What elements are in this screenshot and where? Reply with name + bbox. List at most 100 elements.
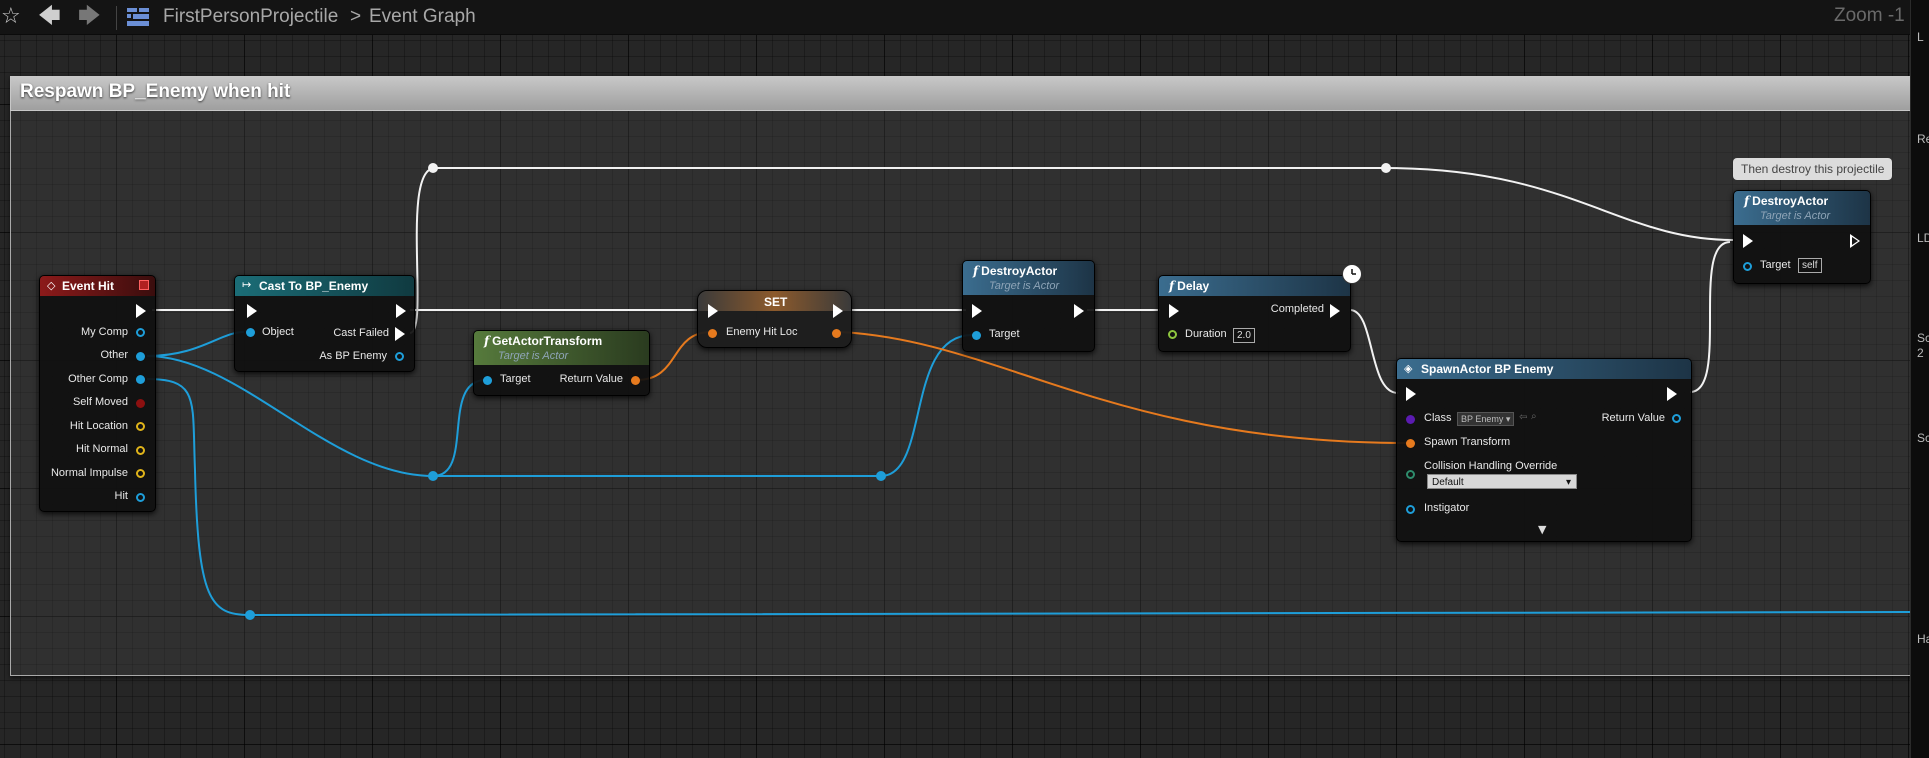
duration-pin[interactable]: [1168, 330, 1177, 339]
node-title: f Delay: [1169, 279, 1210, 293]
enemy-hit-loc-in-pin[interactable]: [708, 329, 717, 338]
other-pin[interactable]: [136, 352, 145, 361]
pin-label-other-comp: Other Comp: [68, 373, 128, 385]
return-value-pin[interactable]: [631, 376, 640, 385]
object-wire: [146, 331, 245, 357]
sidebar-text: Ha: [1917, 632, 1929, 646]
exec-in-pin[interactable]: [247, 304, 257, 318]
get-actor-transform-node[interactable]: f GetActorTransform Target is Actor Targe…: [473, 330, 650, 396]
set-variable-node[interactable]: SET Enemy Hit Loc: [697, 290, 852, 348]
pin-label-instigator: Instigator: [1424, 502, 1470, 514]
exec-in-pin[interactable]: [1743, 234, 1753, 248]
chevron-down-icon: ▾: [1565, 477, 1571, 488]
duration-input[interactable]: 2.0: [1233, 328, 1255, 343]
clock-icon: [1342, 264, 1362, 284]
destroy-actor-node[interactable]: f DestroyActor Target is Actor Target: [962, 260, 1095, 352]
sidebar-text: 2: [1917, 346, 1924, 360]
pin-label-class: Class: [1424, 412, 1452, 424]
target-pin[interactable]: [1743, 262, 1752, 271]
class-selector-value: BP Enemy: [1461, 414, 1504, 424]
other-comp-pin[interactable]: [136, 375, 145, 384]
pin-label-target: Target: [500, 373, 531, 385]
node-title: f GetActorTransform: [484, 334, 603, 348]
search-icon[interactable]: ⌕: [1531, 411, 1537, 422]
return-value-pin[interactable]: [1672, 414, 1681, 423]
target-pin[interactable]: [972, 331, 981, 340]
node-title: SET: [764, 295, 788, 309]
exec-wire: [1349, 309, 1399, 394]
sidebar-text: Sc: [1917, 331, 1929, 345]
as-bp-enemy-pin[interactable]: [395, 352, 404, 361]
exec-in-pin[interactable]: [708, 304, 718, 318]
exec-in-pin[interactable]: [1406, 387, 1416, 401]
pin-label-collision: Collision Handling Override: [1424, 460, 1558, 472]
pin-label-enemy-hit-loc: Enemy Hit Loc: [726, 326, 798, 338]
target-self-value: self: [1798, 258, 1822, 273]
sidebar-text: LD: [1917, 231, 1929, 245]
pin-label-return-value: Return Value: [1601, 412, 1665, 424]
destroy-self-node[interactable]: f DestroyActor Target is Actor Target sel…: [1733, 190, 1871, 284]
pin-label-other: Other: [100, 349, 128, 361]
browse-arrow-icon[interactable]: ⇦: [1519, 412, 1527, 423]
collision-pin[interactable]: [1406, 470, 1415, 479]
node-subtitle: Target is Actor: [498, 350, 569, 362]
sidebar-text: L: [1917, 30, 1924, 44]
hit-location-pin[interactable]: [136, 422, 145, 431]
sidebar-text: Sc: [1917, 431, 1929, 445]
object-pin[interactable]: [246, 328, 255, 337]
event-hit-node[interactable]: ◇ Event Hit My Comp Other Other Comp Sel…: [39, 275, 156, 512]
pin-label-as-bp-enemy: As BP Enemy: [319, 350, 387, 362]
completed-pin[interactable]: [1330, 304, 1340, 318]
class-selector[interactable]: BP Enemy ▾: [1457, 412, 1515, 426]
exec-in-pin[interactable]: [972, 304, 982, 318]
exec-out-pin[interactable]: [1074, 304, 1084, 318]
pin-label-hit: Hit: [114, 490, 128, 502]
pin-label-cast-failed: Cast Failed: [333, 327, 389, 339]
node-subtitle: Target is Actor: [1760, 210, 1831, 222]
exec-out-pin[interactable]: [396, 304, 406, 318]
exec-in-pin[interactable]: [1169, 304, 1179, 318]
sidebar-text: Re: [1917, 132, 1929, 146]
hit-pin[interactable]: [136, 493, 145, 502]
delay-node[interactable]: f Delay Completed Duration 2.0: [1158, 264, 1362, 352]
pin-label-target: Target: [1760, 259, 1791, 271]
spawn-icon: ◈: [1404, 362, 1413, 375]
pin-label-self-moved: Self Moved: [72, 396, 128, 408]
pin-label-return-value: Return Value: [559, 373, 623, 385]
exec-out-pin[interactable]: [1667, 387, 1677, 401]
enemy-hit-loc-out-pin[interactable]: [832, 329, 841, 338]
cast-to-bp-enemy-node[interactable]: ↦ Cast To BP_Enemy Object Cast Failed As…: [234, 275, 415, 372]
pin-label-hit-location: Hit Location: [69, 420, 128, 432]
exec-out-pin[interactable]: [1850, 234, 1860, 248]
event-icon: ◇: [47, 279, 56, 292]
collision-dropdown-value: Default: [1432, 477, 1464, 488]
delegate-pin-icon[interactable]: [139, 280, 149, 290]
pin-label-spawn-transform: Spawn Transform: [1424, 436, 1511, 448]
expand-arrow-icon[interactable]: ▼: [1538, 523, 1546, 536]
pin-label-completed: Completed: [1270, 303, 1324, 315]
exec-out-pin[interactable]: [136, 304, 146, 318]
target-pin[interactable]: [483, 376, 492, 385]
node-title: Event Hit: [62, 279, 115, 293]
instigator-pin[interactable]: [1406, 505, 1415, 514]
my-comp-pin[interactable]: [136, 328, 145, 337]
normal-impulse-pin[interactable]: [136, 469, 145, 478]
spawn-actor-node[interactable]: ◈ SpawnActor BP Enemy Class BP Enemy ▾ ⇦…: [1396, 358, 1692, 542]
node-title: Cast To BP_Enemy: [259, 279, 369, 293]
exec-wire: [1689, 241, 1731, 393]
node-title: SpawnActor BP Enemy: [1421, 362, 1554, 376]
hit-normal-pin[interactable]: [136, 446, 145, 455]
self-moved-pin[interactable]: [136, 399, 145, 408]
class-pin[interactable]: [1406, 415, 1415, 424]
pin-label-normal-impulse: Normal Impulse: [50, 467, 128, 479]
pin-label-target: Target: [989, 328, 1020, 340]
node-subtitle: Target is Actor: [989, 280, 1060, 292]
spawn-transform-pin[interactable]: [1406, 439, 1415, 448]
cast-icon: ↦: [242, 278, 252, 291]
node-title: f DestroyActor: [973, 264, 1058, 278]
exec-out-pin[interactable]: [833, 304, 843, 318]
collision-dropdown[interactable]: Default ▾: [1427, 474, 1577, 489]
cast-failed-pin[interactable]: [395, 327, 405, 341]
pin-label-my-comp: My Comp: [80, 326, 128, 338]
node-title: f DestroyActor: [1744, 194, 1829, 208]
